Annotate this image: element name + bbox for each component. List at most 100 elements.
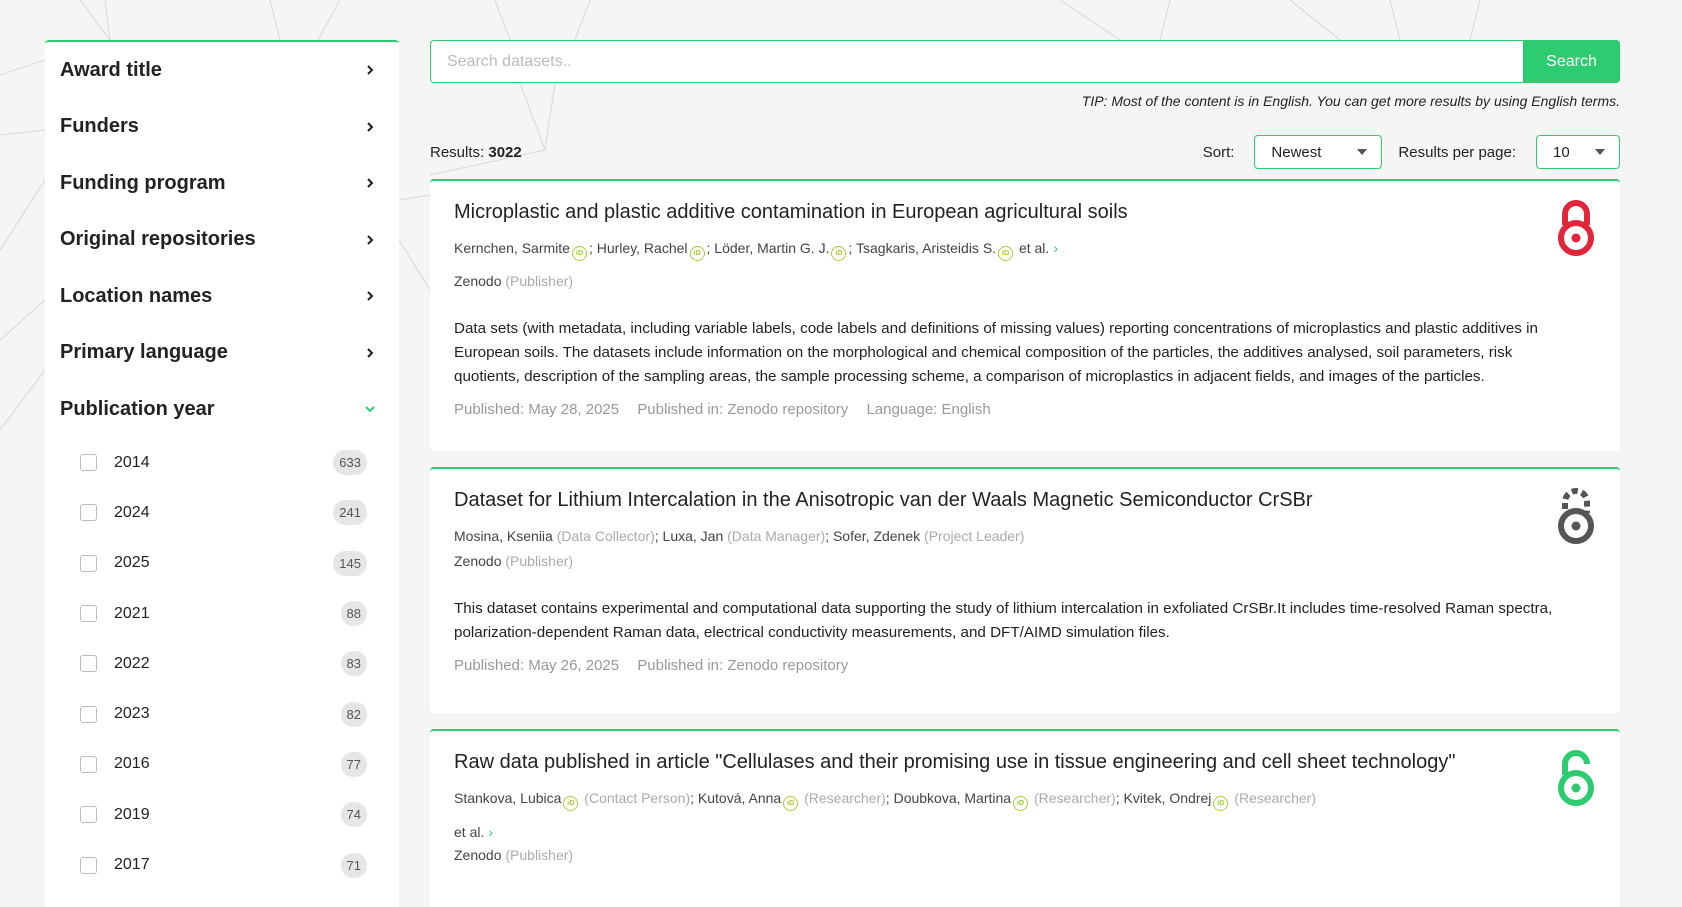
checkbox[interactable] — [80, 655, 97, 673]
publication-year-options: 2014 633 2024 241 2025 145 2021 88 2022 … — [45, 438, 399, 891]
sort-value: Newest — [1271, 143, 1322, 161]
facet-funding-program[interactable]: Funding program — [45, 155, 399, 212]
orcid-icon[interactable]: iD — [563, 796, 579, 811]
published-date: Published: May 28, 2025 — [454, 401, 620, 418]
year-option-2023[interactable]: 2023 82 — [80, 689, 367, 739]
et-al-link[interactable]: et al. — [454, 824, 484, 840]
result-description: This dataset contains experimental and c… — [454, 600, 1553, 641]
publisher-name: Zenodo — [454, 553, 502, 569]
year-label: 2021 — [114, 604, 150, 622]
author-name[interactable]: Sofer, Zdenek — [833, 528, 920, 544]
author-name[interactable]: Hurley, Rachel — [597, 240, 688, 256]
facet-publication-year[interactable]: Publication year — [45, 381, 399, 438]
count-badge: 88 — [340, 601, 367, 627]
author-role: (Project Leader) — [924, 528, 1025, 544]
orcid-icon[interactable]: iD — [689, 246, 705, 261]
chevron-right-icon[interactable]: › — [1053, 240, 1058, 256]
checkbox[interactable] — [80, 554, 97, 572]
facet-primary-language[interactable]: Primary language — [45, 325, 399, 382]
author-role: (Data Manager) — [727, 528, 826, 544]
search-input[interactable] — [430, 40, 1523, 83]
author-name[interactable]: Kernchen, Sarmite — [454, 240, 570, 256]
author-name[interactable]: Luxa, Jan — [663, 528, 724, 544]
year-option-2022[interactable]: 2022 83 — [80, 639, 367, 689]
checkbox[interactable] — [80, 705, 97, 723]
year-option-2014[interactable]: 2014 633 — [80, 438, 367, 488]
year-label: 2023 — [114, 705, 150, 723]
search-button[interactable]: Search — [1523, 40, 1620, 83]
author-list: Mosina, Kseniia (Data Collector); Luxa, … — [454, 528, 1025, 544]
orcid-icon[interactable]: iD — [1013, 796, 1029, 811]
checkbox[interactable] — [80, 605, 97, 623]
publisher-name: Zenodo — [454, 847, 502, 863]
embargoed-access-lock-icon — [1558, 488, 1594, 544]
sort-label: Sort: — [1202, 143, 1235, 161]
facet-label: Primary language — [60, 341, 228, 364]
year-option-2016[interactable]: 2016 77 — [80, 739, 367, 789]
open-access-lock-icon — [1558, 750, 1594, 806]
results-count: Results: 3022 — [430, 144, 1203, 161]
year-label: 2019 — [114, 805, 150, 823]
author-name[interactable]: Löder, Martin G. J. — [714, 240, 829, 256]
author-name[interactable]: Kutová, Anna — [698, 790, 781, 806]
results-number: 3022 — [488, 143, 522, 161]
year-label: 2022 — [114, 654, 150, 672]
chevron-right-icon — [363, 346, 377, 360]
results-per-page-select[interactable]: 10 — [1536, 135, 1620, 169]
result-title[interactable]: Dataset for Lithium Intercalation in the… — [454, 487, 1596, 513]
year-label: 2025 — [114, 554, 150, 572]
facet-funders[interactable]: Funders — [45, 99, 399, 156]
result-meta: Published: May 26, 2025 Published in: Ze… — [454, 657, 1596, 692]
sort-select[interactable]: Newest — [1254, 135, 1383, 169]
publisher: Zenodo (Publisher) — [454, 553, 1596, 569]
chevron-right-icon — [363, 120, 377, 134]
chevron-right-icon[interactable]: › — [488, 824, 493, 840]
author-name[interactable]: Tsagkaris, Aristeidis S. — [856, 240, 996, 256]
year-option-2017[interactable]: 2017 71 — [80, 840, 367, 890]
author-name[interactable]: Stankova, Lubica — [454, 790, 561, 806]
result-title[interactable]: Microplastic and plastic additive contam… — [454, 199, 1596, 225]
author-list: Kernchen, Sarmite iD; Hurley, Rachel iD; L… — [454, 239, 1596, 261]
search-tip: TIP: Most of the content is in English. … — [1081, 93, 1620, 109]
checkbox[interactable] — [80, 454, 97, 472]
results-per-page-label: Results per page: — [1398, 143, 1516, 161]
checkbox[interactable] — [80, 806, 97, 824]
checkbox[interactable] — [80, 504, 97, 522]
result-card: Dataset for Lithium Intercalation in the… — [430, 467, 1620, 713]
orcid-icon[interactable]: iD — [831, 246, 847, 261]
facet-award-title[interactable]: Award title — [45, 42, 399, 99]
orcid-icon[interactable]: iD — [998, 246, 1014, 261]
year-option-2021[interactable]: 2021 88 — [80, 588, 367, 638]
author-list: Stankova, Lubica iD (Contact Person); Kut… — [454, 789, 1596, 811]
result-card: Raw data published in article "Cellulase… — [430, 729, 1620, 907]
chevron-right-icon — [363, 233, 377, 247]
facet-location-names[interactable]: Location names — [45, 268, 399, 325]
et-al-row: et al. › — [454, 823, 1596, 841]
results-toolbar: Results: 3022 Sort: Newest Results per p… — [430, 135, 1620, 169]
checkbox[interactable] — [80, 755, 97, 773]
closed-access-lock-icon — [1558, 200, 1594, 256]
results-main: Search TIP: Most of the content is in En… — [430, 40, 1620, 907]
year-label: 2014 — [114, 453, 150, 471]
et-al-link[interactable]: et al. — [1019, 240, 1049, 256]
chevron-right-icon — [363, 63, 377, 77]
orcid-icon[interactable]: iD — [783, 796, 799, 811]
count-badge: 145 — [333, 550, 367, 576]
author-name[interactable]: Mosina, Kseniia — [454, 528, 553, 544]
facet-original-repositories[interactable]: Original repositories — [45, 212, 399, 269]
year-option-2024[interactable]: 2024 241 — [80, 488, 367, 538]
orcid-icon[interactable]: iD — [1213, 796, 1229, 811]
result-card: Microplastic and plastic additive contam… — [430, 179, 1620, 451]
facet-label: Publication year — [60, 397, 215, 420]
published-in: Published in: Zenodo repository — [637, 657, 849, 674]
orcid-icon[interactable]: iD — [571, 246, 587, 261]
author-name[interactable]: Kvitek, Ondrej — [1123, 790, 1211, 806]
author-name[interactable]: Doubkova, Martina — [894, 790, 1012, 806]
author-role: (Data Collector) — [556, 528, 655, 544]
result-title[interactable]: Raw data published in article "Cellulase… — [454, 749, 1596, 775]
year-option-2019[interactable]: 2019 74 — [80, 790, 367, 840]
facet-label: Award title — [60, 58, 162, 81]
checkbox[interactable] — [80, 856, 97, 874]
year-option-2025[interactable]: 2025 145 — [80, 538, 367, 588]
publisher-role: (Publisher) — [505, 847, 574, 863]
